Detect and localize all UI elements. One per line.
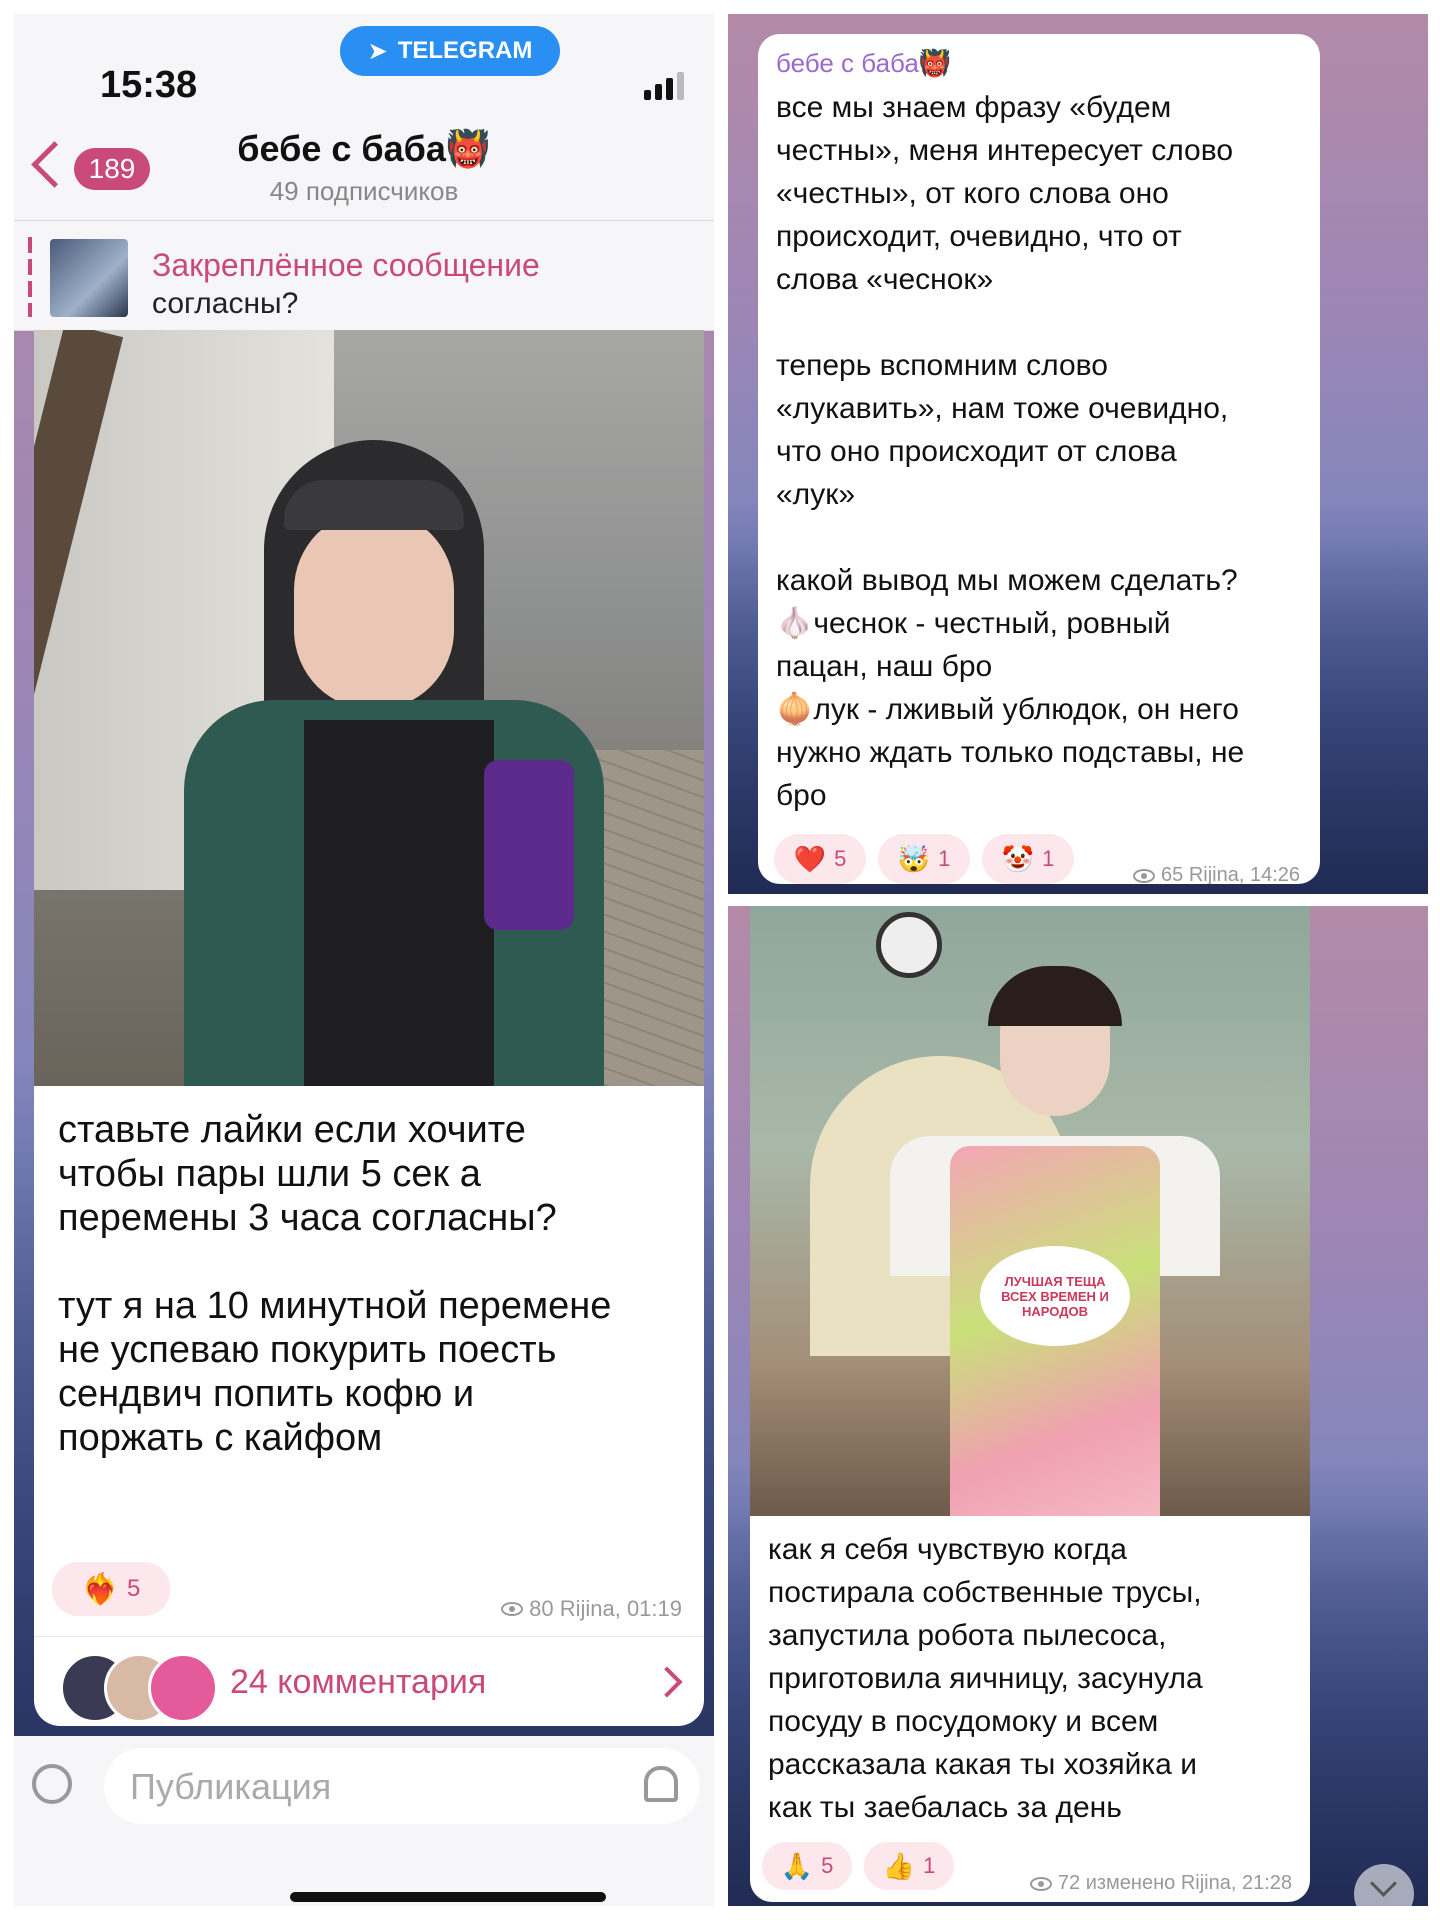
pinned-message[interactable]: Закреплённое сообщение согласны? <box>14 220 714 331</box>
apron-print: ЛУЧШАЯ ТЕЩА ВСЕХ ВРЕМЕН И НАРОДОВ <box>980 1246 1130 1346</box>
top-bar: 15:38 ➤ TELEGRAM 189 бебе с баба👹 49 под… <box>14 14 714 331</box>
pinned-thumbnail <box>50 239 128 317</box>
post-meta: 72 изменено Rijina, 21:28 <box>1029 1872 1292 1895</box>
status-time: 15:38 <box>100 64 198 106</box>
bell-icon[interactable] <box>644 1766 678 1802</box>
channel-title[interactable]: бебе с баба👹 <box>164 128 564 170</box>
commenter-avatar <box>148 1653 218 1723</box>
chevron-down-icon <box>1370 1870 1397 1897</box>
signal-icon <box>644 72 686 100</box>
post-text: все мы знаем фразу «будем честны», меня … <box>776 91 1245 812</box>
right-bottom-screenshot: ЛУЧШАЯ ТЕЩА ВСЕХ ВРЕМЕН И НАРОДОВ как я … <box>728 906 1428 1906</box>
thumbs-up-icon: 👍 <box>882 1850 916 1881</box>
pinned-text: согласны? <box>152 287 299 320</box>
comments-count: 24 комментария <box>230 1663 487 1701</box>
telegram-badge-label: TELEGRAM <box>397 37 533 64</box>
reaction-pray[interactable]: 🙏 5 <box>762 1842 852 1890</box>
views-meta: 65 Rijina, 14:26 <box>1161 864 1300 884</box>
subscriber-count: 49 подписчиков <box>269 176 459 206</box>
apron-text: ЛУЧШАЯ ТЕЩА ВСЕХ ВРЕМЕН И НАРОДОВ <box>1001 1273 1109 1319</box>
person-figure: ЛУЧШАЯ ТЕЩА ВСЕХ ВРЕМЕН И НАРОДОВ <box>870 966 1230 1516</box>
channel-post: бебе с баба👹 все мы знаем фразу «будем ч… <box>758 34 1320 884</box>
reaction-thumbs-up[interactable]: 👍 1 <box>864 1842 954 1890</box>
views-meta: 72 изменено Rijina, 21:28 <box>1057 1872 1292 1894</box>
post-author[interactable]: бебе с баба👹 <box>776 48 951 79</box>
reaction-count: 1 <box>923 1853 936 1878</box>
fire-heart-icon: ❤️‍🔥 <box>81 1572 119 1606</box>
reaction-exploding-head[interactable]: 🤯 1 <box>878 834 970 884</box>
reaction-count: 1 <box>938 846 951 871</box>
reaction-count: 5 <box>821 1853 834 1878</box>
post-text: ставьте лайки если хочите чтобы пары шли… <box>58 1109 612 1459</box>
reaction-count: 1 <box>1042 846 1055 871</box>
eye-icon <box>501 1602 524 1616</box>
telegram-plane-icon: ➤ <box>367 37 388 65</box>
post-photo[interactable]: ЛУЧШАЯ ТЕЩА ВСЕХ ВРЕМЕН И НАРОДОВ <box>750 906 1310 1516</box>
back-button[interactable]: 189 <box>24 141 154 198</box>
pray-icon: 🙏 <box>780 1850 814 1881</box>
post-text: как я себя чувствую когда постирала собс… <box>768 1533 1203 1824</box>
chevron-left-icon <box>31 141 78 188</box>
post-photo[interactable] <box>34 330 704 1086</box>
publication-input[interactable]: Публикация <box>104 1748 700 1824</box>
comments-bar[interactable]: 24 комментария <box>34 1636 704 1726</box>
reaction-heart[interactable]: ❤️ 5 <box>774 834 866 884</box>
clown-icon: 🤡 <box>1001 843 1035 874</box>
left-screenshot: 15:38 ➤ TELEGRAM 189 бебе с баба👹 49 под… <box>14 14 714 1906</box>
publication-placeholder: Публикация <box>130 1766 332 1807</box>
views-meta: 80 Rijina, 01:19 <box>529 1596 682 1621</box>
exploding-head-icon: 🤯 <box>897 843 931 874</box>
right-top-screenshot: бебе с баба👹 все мы знаем фразу «будем ч… <box>728 14 1428 894</box>
composer-bar: Публикация <box>14 1736 714 1906</box>
person-figure <box>184 420 604 1086</box>
home-indicator <box>290 1892 606 1902</box>
chevron-right-icon <box>651 1666 683 1698</box>
heart-icon: ❤️ <box>793 843 827 874</box>
eye-icon <box>1133 868 1156 883</box>
channel-post: ставьте лайки если хочите чтобы пары шли… <box>34 330 704 1726</box>
post-meta: 80 Rijina, 01:19 <box>501 1596 682 1622</box>
channel-post: ЛУЧШАЯ ТЕЩА ВСЕХ ВРЕМЕН И НАРОДОВ как я … <box>750 906 1310 1902</box>
post-meta: 65 Rijina, 14:26 <box>1133 864 1300 884</box>
telegram-badge[interactable]: ➤ TELEGRAM <box>340 26 560 76</box>
unread-count-badge: 189 <box>74 148 150 190</box>
pinned-label: Закреплённое сообщение <box>152 247 540 283</box>
reaction-fire-heart[interactable]: ❤️‍🔥 5 <box>52 1562 170 1616</box>
reaction-clown[interactable]: 🤡 1 <box>982 834 1074 884</box>
eye-icon <box>1029 1876 1052 1891</box>
reaction-count: 5 <box>127 1575 141 1602</box>
paperclip-icon[interactable] <box>23 1755 81 1813</box>
pinned-indicator <box>28 237 32 317</box>
reaction-count: 5 <box>834 846 847 871</box>
